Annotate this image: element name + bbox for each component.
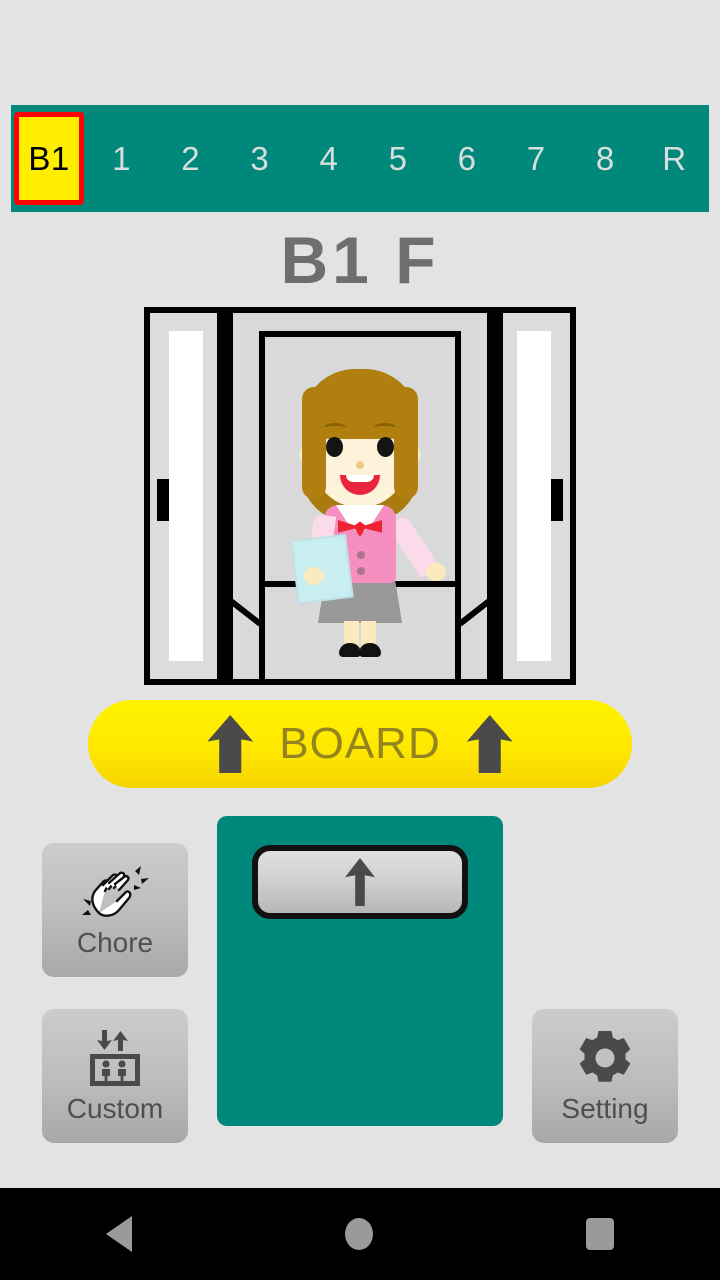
character-hand-left bbox=[304, 567, 324, 585]
android-navigation-bar bbox=[0, 1188, 720, 1280]
character-shoe-right bbox=[359, 643, 381, 657]
floor-tab-8[interactable]: 8 bbox=[571, 105, 640, 212]
setting-button-label: Setting bbox=[561, 1093, 649, 1124]
gear-icon bbox=[567, 1027, 643, 1089]
character-eye-left bbox=[326, 437, 343, 457]
app-screen: B1 1 2 3 4 5 6 7 8 R B1 F BOARD Chore Cu… bbox=[0, 0, 720, 1280]
character-clipboard bbox=[290, 533, 354, 605]
door-notch-right bbox=[551, 479, 563, 521]
floor-tab-3[interactable]: 3 bbox=[225, 105, 294, 212]
current-floor-title: B1 F bbox=[280, 223, 440, 297]
elevator-cab bbox=[225, 313, 495, 679]
character-shoe-left bbox=[339, 643, 361, 657]
floor-tab-1[interactable]: 1 bbox=[87, 105, 156, 212]
elevator-door-right bbox=[517, 331, 563, 661]
character-vest-button-2 bbox=[357, 567, 365, 575]
character-eyebrow-left bbox=[324, 423, 346, 432]
door-jamb-right bbox=[487, 313, 503, 679]
arrow-up-icon bbox=[345, 858, 375, 906]
floor-tab-b1-label: B1 bbox=[14, 112, 84, 205]
character-vest-button-1 bbox=[357, 551, 365, 559]
clapping-hands-icon bbox=[77, 861, 153, 923]
elevator-door-left bbox=[157, 331, 203, 661]
floor-tab-b1[interactable]: B1 bbox=[11, 105, 87, 212]
arrow-up-icon-right bbox=[466, 715, 513, 773]
custom-button-label: Custom bbox=[66, 1093, 164, 1124]
character-hair-front bbox=[304, 369, 416, 439]
back-triangle-icon[interactable] bbox=[106, 1216, 133, 1252]
cab-ceiling-line bbox=[259, 331, 461, 337]
home-circle-icon[interactable] bbox=[344, 1218, 373, 1250]
chore-button-label: Chore bbox=[76, 927, 154, 958]
character-eyebrow-right bbox=[374, 423, 396, 432]
floor-tab-2[interactable]: 2 bbox=[156, 105, 225, 212]
door-notch-left bbox=[157, 479, 169, 521]
custom-button[interactable]: Custom bbox=[42, 1009, 188, 1143]
setting-button[interactable]: Setting bbox=[532, 1009, 678, 1143]
floor-tab-5[interactable]: 5 bbox=[363, 105, 432, 212]
door-jamb-left bbox=[217, 313, 233, 679]
direction-up-button[interactable] bbox=[252, 845, 468, 919]
floor-tab-7[interactable]: 7 bbox=[502, 105, 571, 212]
character-nose bbox=[356, 461, 364, 469]
elevator-attendant-character bbox=[260, 357, 460, 657]
floor-tab-6[interactable]: 6 bbox=[433, 105, 502, 212]
board-button-label: BOARD bbox=[279, 719, 441, 768]
character-eye-right bbox=[377, 437, 394, 457]
floor-selector-bar: B1 1 2 3 4 5 6 7 8 R bbox=[11, 105, 709, 212]
direction-panel bbox=[217, 816, 503, 1126]
elevator-icon bbox=[77, 1027, 153, 1089]
elevator-illustration bbox=[144, 307, 576, 685]
chore-button[interactable]: Chore bbox=[42, 843, 188, 977]
board-button[interactable]: BOARD bbox=[88, 700, 632, 788]
character-hand-right bbox=[426, 563, 446, 581]
floor-tab-4[interactable]: 4 bbox=[294, 105, 363, 212]
floor-tab-r[interactable]: R bbox=[640, 105, 709, 212]
recents-square-icon[interactable] bbox=[585, 1218, 614, 1250]
elevator-interior bbox=[150, 313, 570, 679]
arrow-up-icon-left bbox=[207, 715, 254, 773]
